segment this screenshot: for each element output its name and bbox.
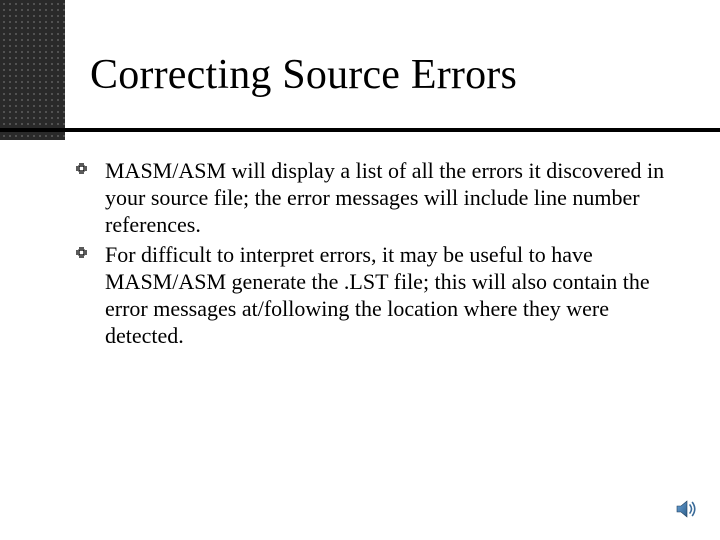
body-text: MASM/ASM will display a list of all the … [75, 158, 665, 354]
title-area: Correcting Source Errors [90, 52, 690, 98]
grid-bullet-icon [75, 246, 88, 259]
list-item-text: MASM/ASM will display a list of all the … [105, 158, 664, 237]
grid-bullet-icon [75, 162, 88, 175]
slide: Correcting Source Errors MASM/ASM will d… [0, 0, 720, 540]
slide-title: Correcting Source Errors [90, 52, 690, 98]
horizontal-rule [0, 128, 720, 132]
decorative-corner-block [0, 0, 65, 140]
list-item: For difficult to interpret errors, it ma… [75, 242, 665, 349]
speaker-icon[interactable] [674, 496, 700, 522]
list-item-text: For difficult to interpret errors, it ma… [105, 242, 650, 347]
list-item: MASM/ASM will display a list of all the … [75, 158, 665, 238]
